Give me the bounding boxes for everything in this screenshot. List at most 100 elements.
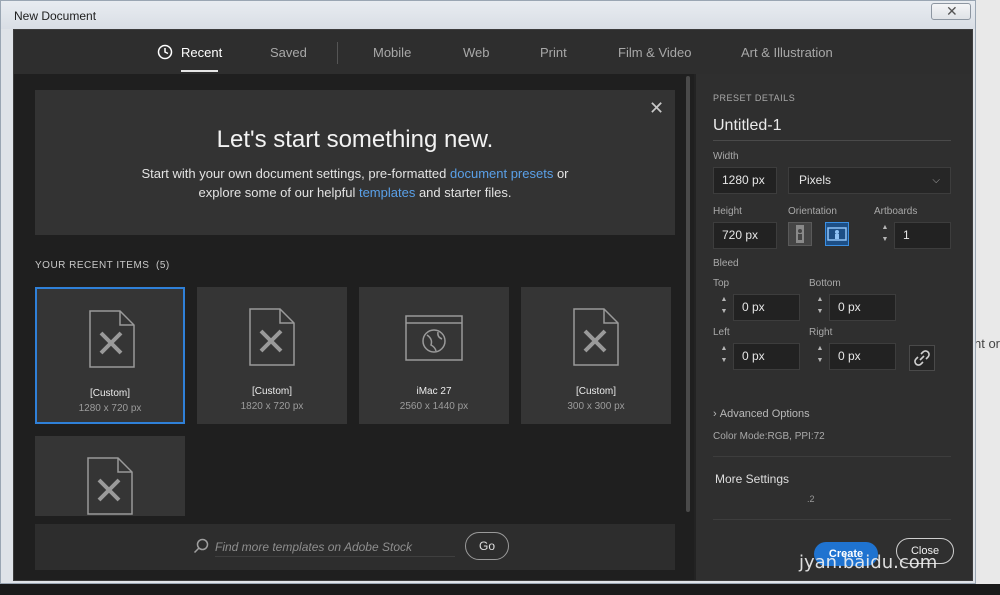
bleed-right-stepper[interactable]: ▲ ▼: [813, 343, 827, 370]
new-document-dialog: Recent Saved Mobile Web Print Film & Vid…: [13, 29, 973, 581]
bleed-bottom-input[interactable]: 0 px: [829, 294, 896, 321]
document-pencil-icon: [89, 310, 135, 368]
window-close-button[interactable]: ✕: [931, 3, 971, 20]
recent-item-card[interactable]: [Custom] 1820 x 720 px: [197, 287, 347, 424]
document-pencil-icon: [249, 308, 295, 366]
clock-icon: [157, 44, 173, 60]
partial-text: .2: [807, 494, 815, 504]
tab-saved[interactable]: Saved: [270, 45, 307, 60]
chain-link-icon: [914, 350, 930, 366]
chevron-down-icon: ▼: [881, 236, 889, 243]
recent-scrollbar[interactable]: [686, 76, 690, 512]
welcome-text-part: or: [553, 166, 569, 181]
welcome-text: Start with your own document settings, p…: [35, 164, 675, 202]
templates-link[interactable]: templates: [359, 185, 415, 200]
recent-item-size: 1820 x 720 px: [240, 401, 304, 412]
tab-film-video[interactable]: Film & Video: [618, 45, 691, 60]
portrait-icon: [796, 225, 804, 243]
bleed-right-input[interactable]: 0 px: [829, 343, 896, 370]
bleed-top-stepper[interactable]: ▲ ▼: [717, 294, 731, 321]
more-settings-button[interactable]: More Settings: [715, 472, 789, 486]
width-input[interactable]: 1280 px: [713, 167, 777, 194]
divider: [713, 519, 951, 520]
tab-print[interactable]: Print: [540, 45, 567, 60]
portrait-orientation-button[interactable]: [788, 222, 812, 246]
browser-globe-icon: [405, 315, 463, 361]
welcome-banner: Let's start something new. Start with yo…: [35, 90, 675, 235]
chevron-down-icon: ▼: [816, 308, 824, 315]
height-input[interactable]: 720 px: [713, 222, 777, 249]
divider: [713, 456, 951, 457]
watermark-text: jyan.baidu.com: [799, 552, 938, 573]
recent-item-size: 2560 x 1440 px: [399, 401, 469, 412]
chevron-down-icon: ▼: [720, 357, 728, 364]
artboards-label: Artboards: [874, 206, 918, 217]
recent-item-card[interactable]: [Custom] 1280 x 720 px: [35, 287, 185, 424]
landscape-orientation-button[interactable]: [825, 222, 849, 246]
search-icon: [193, 538, 209, 554]
welcome-text-part: Start with your own document settings, p…: [141, 166, 450, 181]
title-bar: New Document ✕: [1, 1, 975, 29]
bleed-left-label: Left: [713, 327, 730, 338]
stock-search-bar: Go: [35, 524, 675, 570]
artboards-input[interactable]: 1: [894, 222, 951, 249]
recent-items-label: YOUR RECENT ITEMS: [35, 260, 150, 271]
document-presets-link[interactable]: document presets: [450, 166, 553, 181]
go-button[interactable]: Go: [465, 532, 509, 560]
recent-panel: Let's start something new. Start with yo…: [14, 74, 694, 580]
recent-items-count: (5): [156, 260, 170, 271]
chevron-up-icon: ▲: [881, 224, 889, 231]
width-label: Width: [713, 151, 739, 162]
close-icon: ✕: [946, 3, 958, 19]
category-tabs: Recent Saved Mobile Web Print Film & Vid…: [14, 30, 972, 74]
document-pencil-icon: [573, 308, 619, 366]
document-name-field[interactable]: Untitled-1: [713, 117, 951, 141]
landscape-icon: [827, 227, 847, 241]
tab-recent[interactable]: Recent: [181, 45, 222, 60]
link-bleed-button[interactable]: [909, 345, 935, 371]
chevron-up-icon: ▲: [816, 345, 824, 352]
bleed-left-input[interactable]: 0 px: [733, 343, 800, 370]
bleed-left-stepper[interactable]: ▲ ▼: [717, 343, 731, 370]
chevron-down-icon: ▼: [816, 357, 824, 364]
bleed-bottom-stepper[interactable]: ▲ ▼: [813, 294, 827, 321]
unit-select[interactable]: Pixels ⌵: [788, 167, 951, 194]
height-label: Height: [713, 206, 742, 217]
recent-item-size: 300 x 300 px: [567, 401, 625, 412]
tab-web[interactable]: Web: [463, 45, 490, 60]
preset-details-heading: PRESET DETAILS: [713, 93, 796, 103]
chevron-up-icon: ▲: [816, 296, 824, 303]
bleed-top-label: Top: [713, 278, 730, 289]
recent-item-name: [Custom]: [89, 388, 130, 399]
chevron-up-icon: ▲: [720, 296, 728, 303]
recent-item-card[interactable]: [35, 436, 185, 516]
bleed-right-label: Right: [809, 327, 833, 338]
artboards-stepper[interactable]: ▲ ▼: [878, 222, 892, 249]
recent-item-name: iMac 27: [416, 386, 452, 397]
bleed-label: Bleed: [713, 258, 739, 269]
chevron-down-icon: ▼: [720, 308, 728, 315]
new-document-window: New Document ✕ Recent Saved Mobile Web P…: [0, 0, 976, 584]
bleed-top-input[interactable]: 0 px: [733, 294, 800, 321]
chevron-down-icon: ⌵: [932, 175, 940, 186]
advanced-options-toggle[interactable]: › Advanced Options: [713, 408, 810, 420]
tab-mobile[interactable]: Mobile: [373, 45, 411, 60]
recent-items-heading: YOUR RECENT ITEMS (5): [35, 260, 170, 271]
stock-search-input[interactable]: [215, 537, 455, 557]
welcome-title: Let's start something new.: [216, 126, 494, 153]
recent-item-card[interactable]: iMac 27 2560 x 1440 px: [359, 287, 509, 424]
recent-item-name: [Custom]: [575, 386, 616, 397]
document-pencil-icon: [87, 457, 133, 515]
background-text: nt or: [974, 336, 1000, 351]
background-right: nt or: [974, 0, 1000, 595]
window-title: New Document: [14, 9, 97, 23]
active-tab-indicator: [181, 70, 218, 72]
banner-close-icon[interactable]: ✕: [649, 98, 664, 119]
recent-item-size: 1280 x 720 px: [78, 403, 142, 414]
recent-item-card[interactable]: [Custom] 300 x 300 px: [521, 287, 671, 424]
tab-divider: [337, 42, 338, 64]
tab-art-illustration[interactable]: Art & Illustration: [741, 45, 833, 60]
advanced-options-label: Advanced Options: [719, 408, 810, 420]
recent-item-name: [Custom]: [251, 386, 292, 397]
preset-details-panel: PRESET DETAILS Untitled-1 Width 1280 px …: [696, 74, 972, 580]
